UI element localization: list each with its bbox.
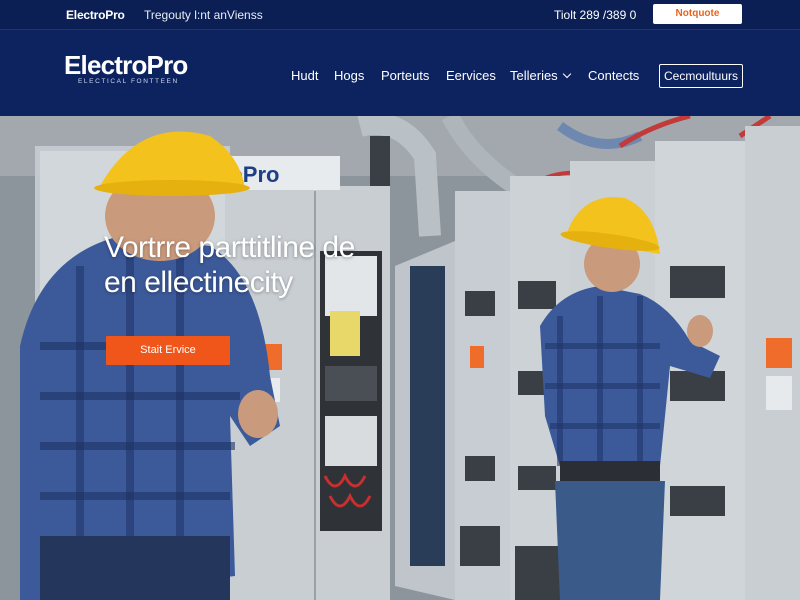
topbar-phone[interactable]: Tiolt 289 /389 0: [554, 8, 636, 22]
top-bar: ElectroPro Tregouty l:nt anVienss Tiolt …: [0, 0, 800, 30]
hero-title: Vortrre parttitline de en ellectinecity: [104, 230, 524, 300]
logo-subtitle: ELECTICAL FONTTEEN: [78, 78, 179, 85]
hero-title-line-2: en ellectinecity: [104, 266, 293, 299]
consultation-button[interactable]: Cecmoultuurs: [659, 64, 743, 88]
nav-item-galleries-label: Telleries: [510, 68, 558, 83]
nav-item-galleries[interactable]: Telleries: [510, 68, 588, 83]
main-nav: Hudt Hogs Porteuts Eervices Telleries Co…: [291, 68, 639, 83]
hero-section: toPro Vortrre parttitline de en ellectin…: [0, 116, 800, 600]
main-header: ElectroPro ELECTICAL FONTTEEN Hudt Hogs …: [0, 31, 800, 116]
get-quote-button[interactable]: Notquote: [653, 4, 742, 24]
chevron-down-icon: [562, 69, 571, 79]
nav-item-services[interactable]: Eervices: [446, 68, 510, 83]
topbar-brand[interactable]: ElectroPro: [66, 8, 125, 22]
nav-item-products[interactable]: Porteuts: [381, 68, 446, 83]
nav-item-contacts[interactable]: Contects: [588, 68, 639, 83]
hero-title-line-1: Vortrre parttitline de: [104, 231, 355, 264]
nav-item-home[interactable]: Hudt: [291, 68, 334, 83]
nav-item-blogs[interactable]: Hogs: [334, 68, 381, 83]
logo[interactable]: ElectroPro ELECTICAL FONTTEEN: [64, 51, 188, 85]
logo-name: ElectroPro: [64, 50, 188, 80]
start-service-button[interactable]: Stait Ervice: [106, 336, 230, 365]
topbar-tagline: Tregouty l:nt anVienss: [144, 8, 263, 22]
